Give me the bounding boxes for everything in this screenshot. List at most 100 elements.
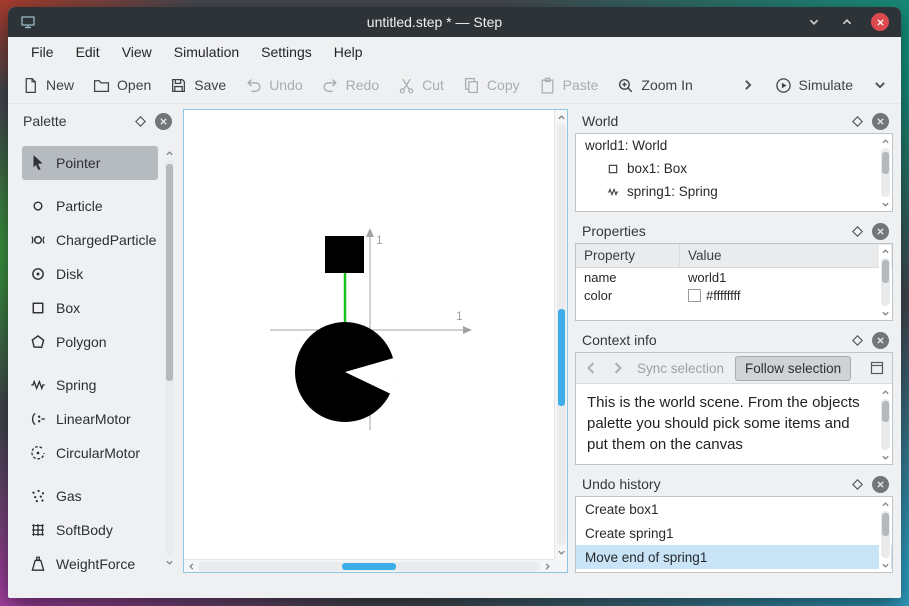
scrollbar-thumb[interactable] [557, 309, 565, 407]
close-panel-icon[interactable] [155, 112, 172, 130]
minimize-icon[interactable] [805, 13, 823, 31]
scrollbar-track[interactable] [198, 561, 540, 571]
undo-history-list: Create box1 Create spring1 Move end of s… [575, 496, 893, 573]
scrollbar-thumb[interactable] [881, 512, 889, 537]
scroll-down-icon[interactable] [555, 546, 567, 558]
toolbar-overflow-icon[interactable] [741, 78, 755, 92]
column-header-value[interactable]: Value [680, 244, 892, 267]
menu-edit[interactable]: Edit [67, 40, 109, 64]
palette-item-spring[interactable]: Spring [22, 368, 158, 402]
maximize-icon[interactable] [838, 13, 856, 31]
float-panel-icon[interactable] [850, 477, 865, 492]
scrollbar-track[interactable] [164, 160, 174, 555]
context-scrollbar[interactable] [879, 386, 891, 463]
scroll-down-icon[interactable] [879, 559, 891, 571]
palette-item-circularmotor[interactable]: CircularMotor [22, 436, 158, 470]
linear-motor-icon [29, 410, 47, 428]
scrollbar-thumb[interactable] [881, 259, 889, 283]
close-panel-icon[interactable] [872, 475, 889, 493]
close-panel-icon[interactable] [872, 222, 889, 240]
simulate-button[interactable]: Simulate [775, 77, 853, 94]
palette-item-disk[interactable]: Disk [22, 257, 158, 291]
close-icon[interactable] [871, 13, 889, 31]
scrollbar-track[interactable] [880, 148, 890, 197]
float-panel-icon[interactable] [133, 114, 148, 129]
scroll-up-icon[interactable] [879, 498, 891, 510]
palette-item-pointer[interactable]: Pointer [22, 146, 158, 180]
tree-item-spring1[interactable]: spring1: Spring [576, 180, 892, 203]
palette-item-gas[interactable]: Gas [22, 479, 158, 513]
close-panel-icon[interactable] [872, 331, 889, 349]
save-button[interactable]: Save [170, 77, 226, 94]
scrollbar-thumb[interactable] [881, 400, 889, 422]
property-name: color [584, 287, 613, 303]
scrollbar-thumb[interactable] [341, 562, 397, 570]
scrollbar-track[interactable] [880, 399, 890, 450]
properties-scrollbar[interactable] [879, 245, 891, 319]
redo-button-label: Redo [345, 77, 380, 93]
scroll-up-icon[interactable] [879, 386, 891, 398]
open-button-label: Open [117, 77, 152, 93]
scroll-up-icon[interactable] [555, 111, 567, 123]
scroll-down-icon[interactable] [163, 556, 175, 568]
table-row[interactable]: color #ffffffff [576, 286, 892, 304]
close-panel-icon[interactable] [872, 112, 889, 130]
menu-file[interactable]: File [22, 40, 63, 64]
float-panel-icon[interactable] [850, 114, 865, 129]
menu-view[interactable]: View [113, 40, 161, 64]
scroll-down-icon[interactable] [879, 451, 891, 463]
palette-item-polygon[interactable]: Polygon [22, 325, 158, 359]
palette-item-weightforce[interactable]: WeightForce [22, 547, 158, 573]
scrollbar-track[interactable] [880, 511, 890, 558]
scroll-up-icon[interactable] [163, 147, 175, 159]
forward-icon[interactable] [610, 360, 626, 376]
canvas-horizontal-scrollbar[interactable] [184, 559, 554, 572]
toolbar-menu-icon[interactable] [873, 78, 887, 92]
float-panel-icon[interactable] [850, 333, 865, 348]
scrollbar-thumb[interactable] [165, 163, 173, 382]
menu-settings[interactable]: Settings [252, 40, 321, 64]
tree-item-world1[interactable]: world1: World [576, 134, 892, 157]
scrollbar-thumb[interactable] [881, 151, 889, 174]
tree-item-box1[interactable]: box1: Box [576, 157, 892, 180]
disk-object[interactable] [295, 322, 397, 422]
palette-item-label: Particle [56, 198, 103, 214]
palette-item-particle[interactable]: Particle [22, 189, 158, 223]
menu-help[interactable]: Help [325, 40, 372, 64]
scroll-down-icon[interactable] [879, 198, 891, 210]
open-button[interactable]: Open [93, 77, 151, 94]
undo-scrollbar[interactable] [879, 498, 891, 571]
scrollbar-track[interactable] [880, 258, 890, 306]
context-info-panel: Context info Sync selection Follow selec… [575, 328, 893, 465]
scroll-right-icon[interactable] [541, 560, 553, 572]
palette-item-softbody[interactable]: SoftBody [22, 513, 158, 547]
world-canvas[interactable]: 1 1 [183, 109, 568, 573]
scroll-up-icon[interactable] [879, 135, 891, 147]
undo-item-create-box1[interactable]: Create box1 [576, 497, 892, 521]
palette-item-linearmotor[interactable]: LinearMotor [22, 402, 158, 436]
palette-scrollbar[interactable] [163, 147, 175, 568]
table-row[interactable]: name world1 [576, 268, 892, 286]
undo-icon [245, 77, 262, 94]
menu-simulation[interactable]: Simulation [165, 40, 248, 64]
titlebar[interactable]: untitled.step * — Step [8, 7, 901, 37]
scrollbar-track[interactable] [556, 124, 566, 545]
undo-item-create-spring1[interactable]: Create spring1 [576, 521, 892, 545]
back-icon[interactable] [583, 360, 599, 376]
palette-item-chargedparticle[interactable]: ChargedParticle [22, 223, 158, 257]
zoom-in-button[interactable]: Zoom In [617, 77, 693, 94]
world-scrollbar[interactable] [879, 135, 891, 210]
float-panel-icon[interactable] [850, 224, 865, 239]
detach-panel-icon[interactable] [869, 360, 885, 376]
follow-selection-button[interactable]: Follow selection [735, 355, 852, 381]
box-object[interactable] [325, 236, 364, 273]
save-icon [170, 77, 187, 94]
new-button[interactable]: New [22, 77, 74, 94]
scroll-down-icon[interactable] [879, 307, 891, 319]
palette-item-box[interactable]: Box [22, 291, 158, 325]
scroll-up-icon[interactable] [879, 245, 891, 257]
canvas-vertical-scrollbar[interactable] [554, 110, 567, 559]
undo-item-move-end-of-spring1[interactable]: Move end of spring1 [576, 545, 892, 569]
column-header-property[interactable]: Property [576, 244, 680, 267]
scroll-left-icon[interactable] [185, 560, 197, 572]
